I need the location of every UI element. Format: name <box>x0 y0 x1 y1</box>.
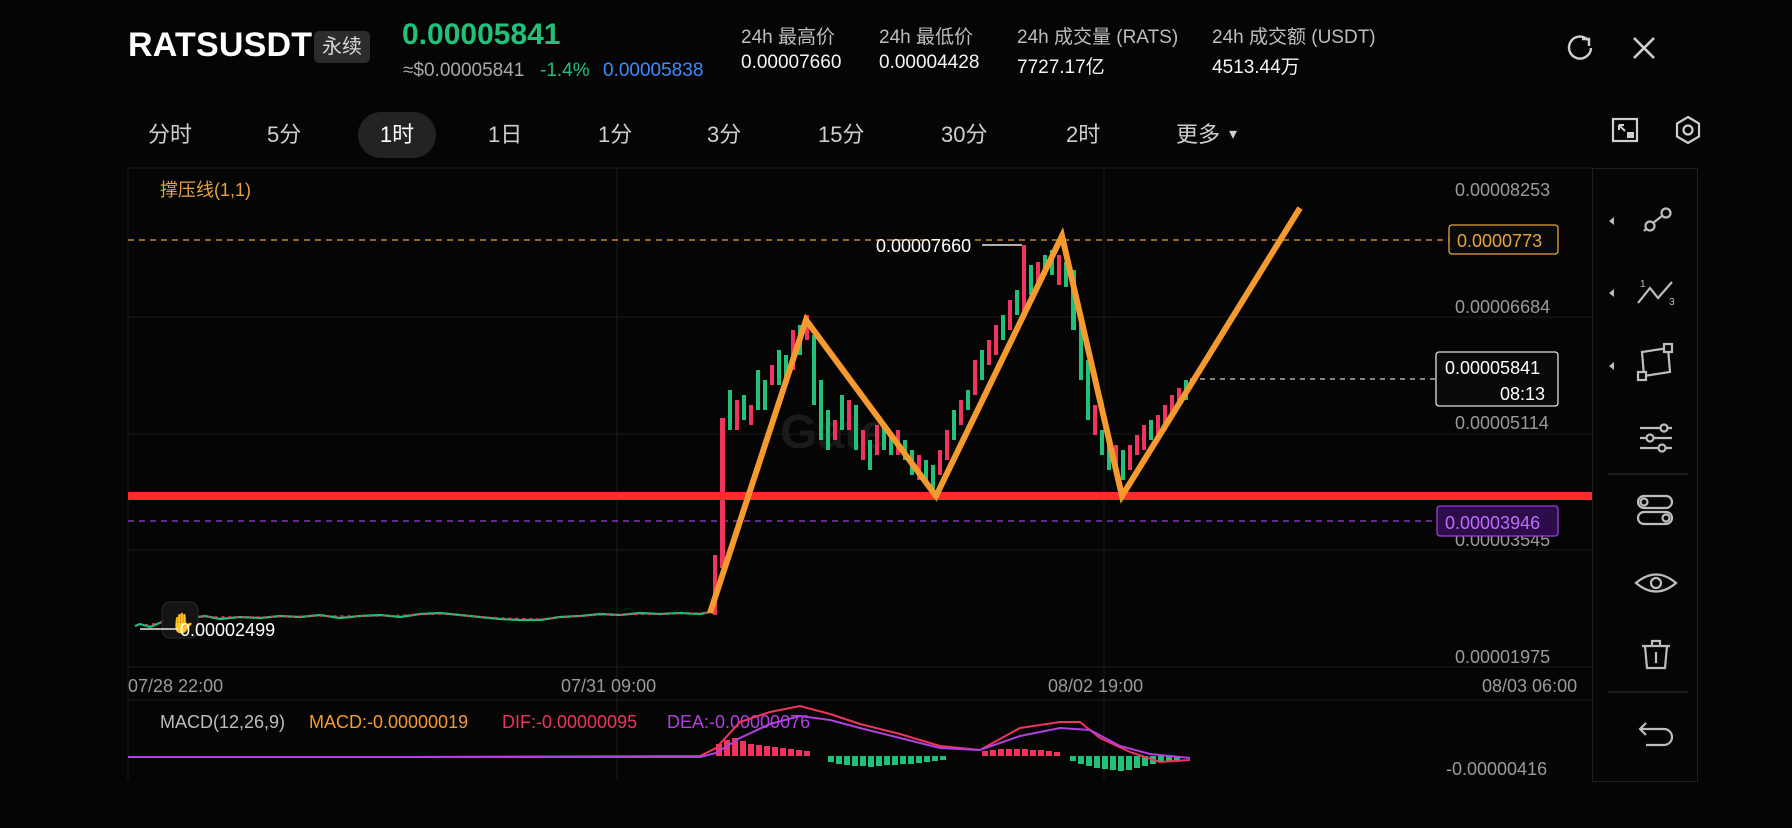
undo-icon[interactable] <box>1638 722 1674 747</box>
wave-tool-icon[interactable]: 13 <box>1637 279 1675 308</box>
macd-dea: DEA:-0.00000076 <box>667 712 810 732</box>
indicator-label: 撑压线(1,1) <box>160 180 251 200</box>
svg-text:1: 1 <box>1640 279 1646 290</box>
svg-text:3: 3 <box>1669 297 1675 308</box>
price-axis-label-5: 0.00001975 <box>1455 647 1550 667</box>
shape-tool-icon[interactable] <box>1636 342 1674 382</box>
trash-icon[interactable] <box>1642 639 1670 670</box>
visibility-eye-icon[interactable] <box>1634 573 1678 593</box>
low-marker-label: 0.00002499 <box>180 620 275 640</box>
price-axis-label-1: 0.00008253 <box>1455 180 1550 200</box>
drawn-red-line[interactable] <box>128 492 1592 500</box>
price-chart[interactable]: Gate <box>0 0 1792 828</box>
macd-pane: MACD(12,26,9) MACD:-0.00000019 DIF:-0.00… <box>128 704 1547 779</box>
price-axis-label-2: 0.00006684 <box>1455 297 1550 317</box>
chart-grid <box>127 167 1592 780</box>
support-tag: 0.00003946 <box>1445 513 1540 533</box>
layers-settings-icon[interactable] <box>1636 494 1674 526</box>
macd-value: MACD:-0.00000019 <box>309 712 468 732</box>
countdown-timer: 08:13 <box>1500 384 1545 404</box>
time-axis-label-3: 08/02 19:00 <box>1048 676 1143 696</box>
current-price-tag: 0.00005841 <box>1445 358 1540 378</box>
trendline-tool-icon[interactable] <box>1643 207 1672 232</box>
macd-dif: DIF:-0.00000095 <box>502 712 637 732</box>
macd-axis-value: -0.00000416 <box>1446 759 1547 779</box>
price-axis-label-3: 0.00005114 <box>1455 413 1549 433</box>
high-marker-label: 0.00007660 <box>876 236 971 256</box>
resistance-tag: 0.0000773 <box>1457 231 1542 251</box>
sliders-icon[interactable] <box>1640 423 1672 453</box>
time-axis-label-4: 08/03 06:00 <box>1482 676 1577 696</box>
drawing-toolbar-icons: 13 <box>1608 207 1688 747</box>
time-axis-label-2: 07/31 09:00 <box>561 676 656 696</box>
time-axis-label-1: 07/28 22:00 <box>128 676 223 696</box>
macd-title: MACD(12,26,9) <box>160 712 285 732</box>
